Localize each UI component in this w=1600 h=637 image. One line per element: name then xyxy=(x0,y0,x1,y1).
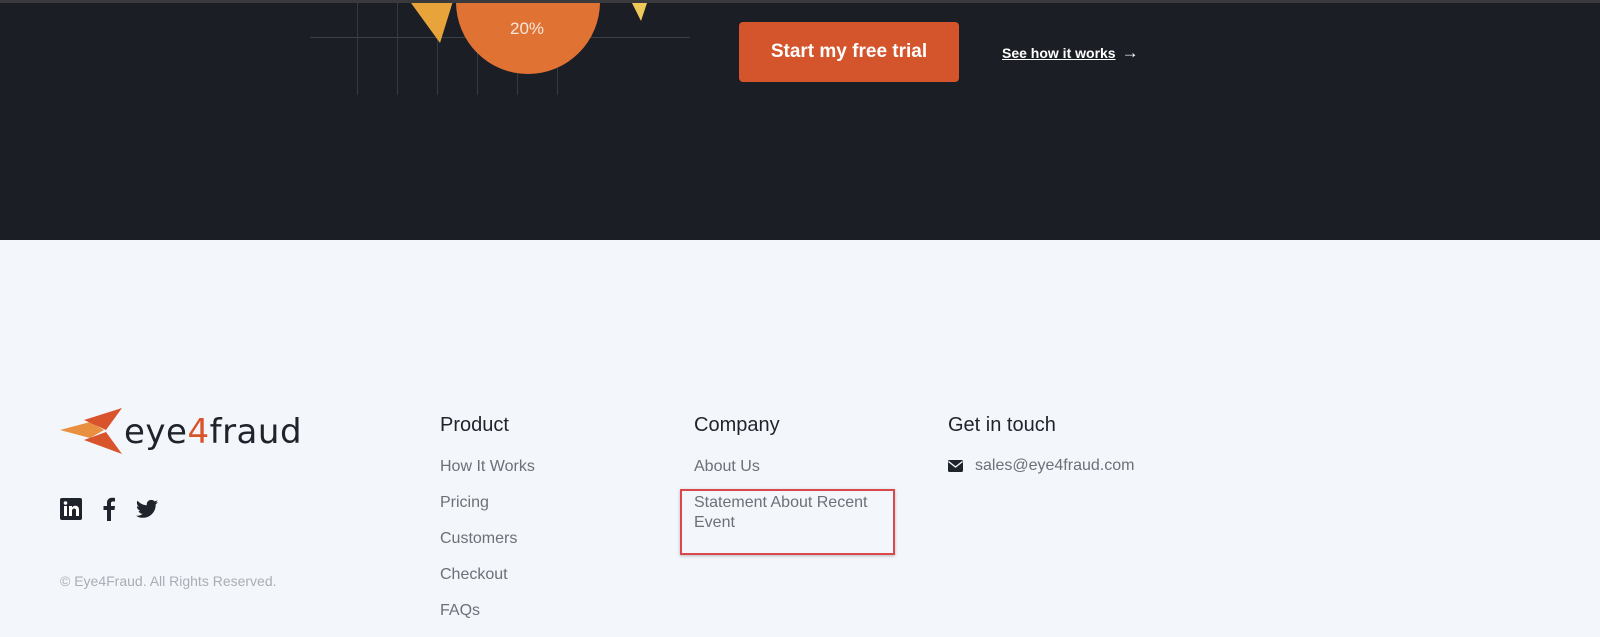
pie-label: 20% xyxy=(510,19,545,38)
see-how-it-works-label[interactable]: See how it works xyxy=(1002,45,1116,61)
email-link[interactable]: sales@eye4fraud.com xyxy=(948,457,1134,475)
facebook-icon[interactable] xyxy=(98,497,120,521)
start-free-trial-button[interactable]: Start my free trial xyxy=(739,22,959,82)
pie-chart-fragment: 20% xyxy=(310,3,690,95)
email-address[interactable]: sales@eye4fraud.com xyxy=(975,457,1134,475)
pie-slices xyxy=(411,3,647,74)
twitter-icon[interactable] xyxy=(136,498,158,520)
logo[interactable]: eye4fraud xyxy=(60,408,302,456)
pie-slice-amber xyxy=(411,3,453,43)
column-title: Get in touch xyxy=(948,414,1056,436)
hero-section: 20% Start my free trial See how it works… xyxy=(0,0,1600,240)
footer: eye4fraud © Eye4Fraud. All Rights Reserv… xyxy=(0,240,1600,637)
footer-link-statement-recent-event[interactable]: Statement About Recent Event xyxy=(694,493,894,533)
linkedin-icon[interactable] xyxy=(60,498,82,520)
footer-link-how-it-works[interactable]: How It Works xyxy=(440,457,535,477)
footer-link-pricing[interactable]: Pricing xyxy=(440,493,535,513)
logo-mark-icon xyxy=(60,408,122,454)
envelope-icon xyxy=(948,460,963,472)
see-how-it-works-link[interactable]: See how it works → xyxy=(1002,43,1139,63)
logo-text: eye4fraud xyxy=(124,412,303,452)
pie-slice-yellow xyxy=(632,3,647,21)
footer-link-customers[interactable]: Customers xyxy=(440,529,535,549)
arrow-right-icon: → xyxy=(1121,43,1139,62)
footer-link-about-us[interactable]: About Us xyxy=(694,457,894,477)
footer-column-contact: Get in touch sales@eye4fraud.com xyxy=(948,414,1134,475)
column-title: Product xyxy=(440,414,509,436)
column-title: Company xyxy=(694,414,780,436)
footer-column-product: Product How It Works Pricing Customers C… xyxy=(440,414,535,637)
footer-column-company: Company About Us Statement About Recent … xyxy=(694,414,894,549)
copyright: © Eye4Fraud. All Rights Reserved. xyxy=(60,573,277,589)
social-links xyxy=(60,497,158,521)
footer-link-faqs[interactable]: FAQs xyxy=(440,601,535,621)
footer-link-checkout[interactable]: Checkout xyxy=(440,565,535,585)
grid-line xyxy=(357,3,358,95)
